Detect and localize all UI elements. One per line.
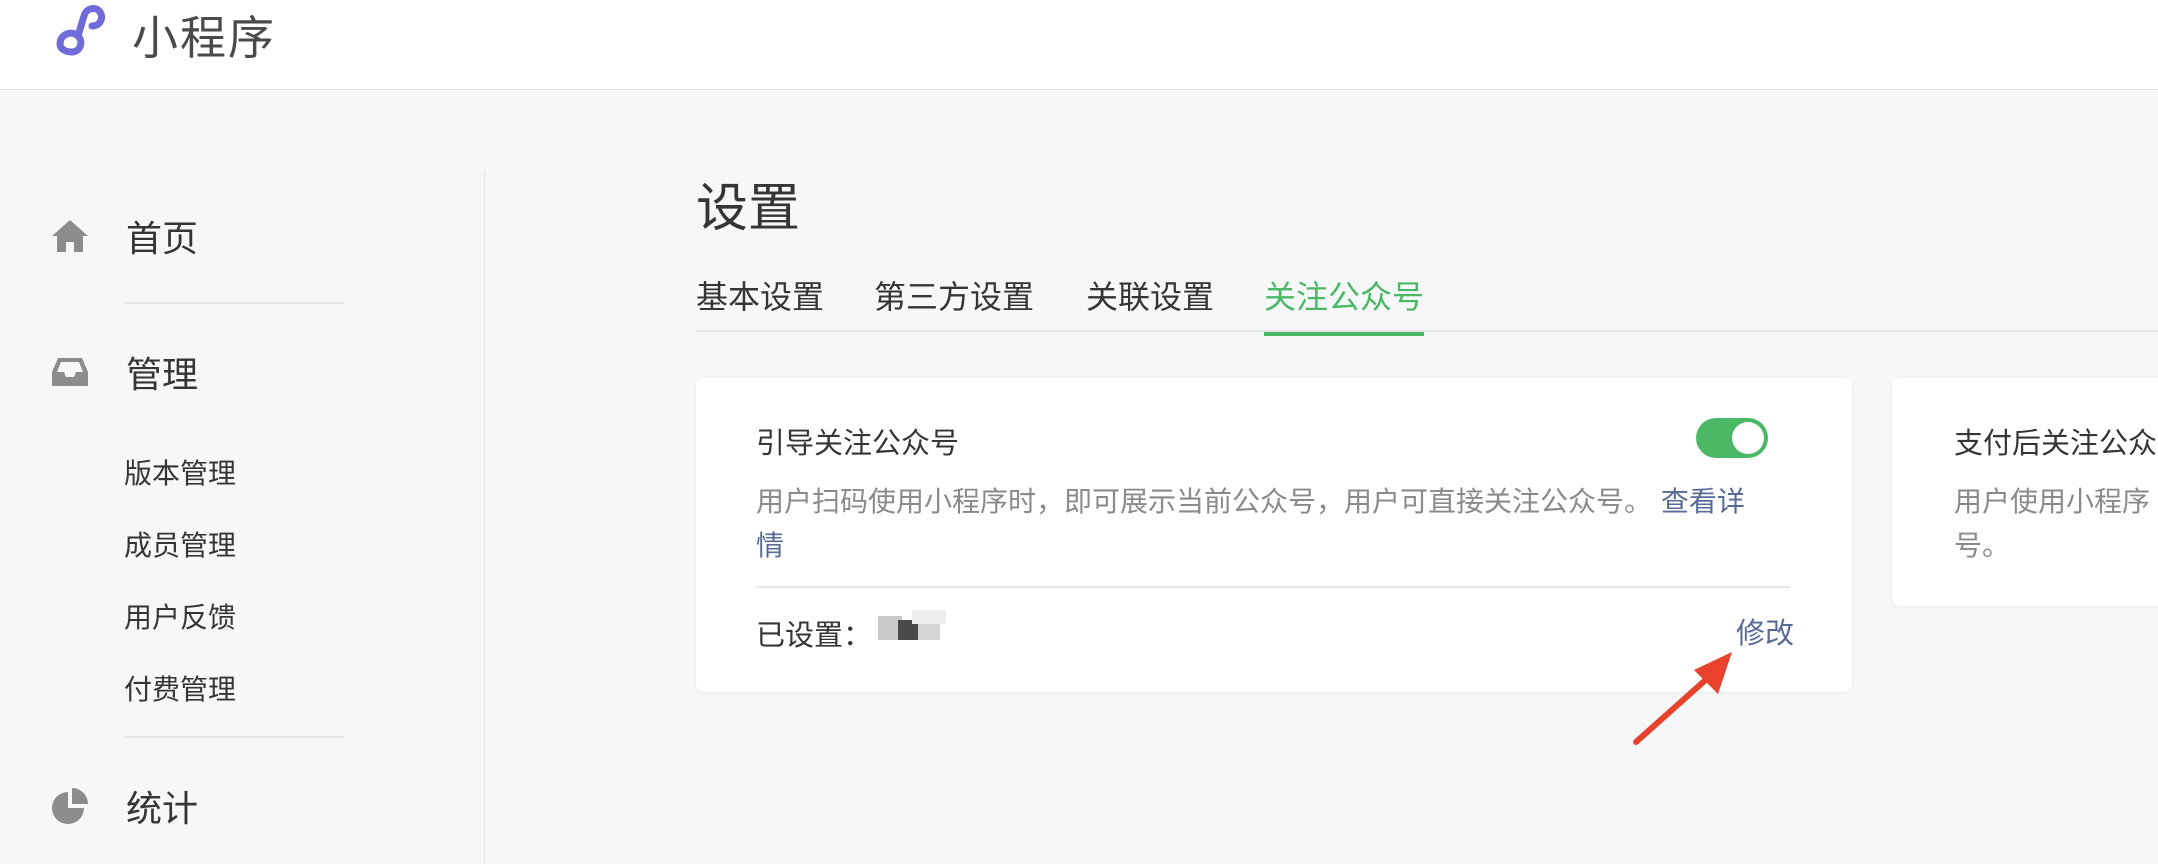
sidebar-item-stats[interactable]: 统计 [50,780,198,832]
sidebar-item-label: 首页 [126,219,199,260]
sidebar-item-feedback[interactable]: 用户反馈 [124,596,236,636]
home-icon [52,220,88,252]
tab-follow-official-account[interactable]: 关注公众号 [1264,272,1425,336]
card-divider [756,586,1790,588]
divider [124,736,344,738]
sidebar-divider [484,170,485,864]
description-text: 用户使用小程序 [1954,485,2151,518]
tab-third-party-settings[interactable]: 第三方设置 [874,272,1034,332]
red-arrow-annotation [1633,652,1732,745]
page-title: 设置 [696,179,801,239]
card-title: 引导关注公众号 [756,426,960,460]
tab-basic-settings[interactable]: 基本设置 [696,272,824,332]
sidebar: 首页 管理 版本管理 成员管理 用户反馈 付费管理 统计 [0,90,485,864]
sidebar-item-members[interactable]: 成员管理 [124,524,236,564]
sidebar-item-version[interactable]: 版本管理 [124,452,236,492]
app-title: 小程序 [132,11,276,65]
sidebar-item-label: 统计 [126,789,199,830]
inbox-icon [52,358,88,386]
pie-chart-icon [52,788,88,824]
description-text: 用户扫码使用小程序时，即可展示当前公众号，用户可直接关注公众号。 [756,485,1661,518]
edit-link[interactable]: 修改 [1736,610,1794,652]
tab-related-settings[interactable]: 关联设置 [1086,272,1214,332]
sidebar-item-manage[interactable]: 管理 [50,346,198,398]
card-description: 用户使用小程序 号。 [1954,480,2158,568]
sidebar-item-payment[interactable]: 付费管理 [124,668,236,708]
tab-bar: 基本设置 第三方设置 关联设置 关注公众号 [696,272,2158,336]
card-description: 用户扫码使用小程序时，即可展示当前公众号，用户可直接关注公众号。 查看详情 [756,480,1756,568]
mini-program-logo-icon [56,5,106,56]
card-title: 支付后关注公众 [1954,426,2158,460]
sidebar-item-label: 管理 [126,355,199,396]
sidebar-item-home[interactable]: 首页 [50,210,198,262]
follow-toggle[interactable] [1696,418,1768,458]
description-text-cont: 号。 [1954,529,2011,562]
top-bar: 小程序 [0,0,2158,90]
blurred-account-avatar [878,610,946,640]
card-follow-after-payment: 支付后关注公众 用户使用小程序 号。 [1892,378,2158,606]
toggle-knob [1732,422,1764,454]
set-label: 已设置： [756,618,873,652]
divider [124,302,344,304]
